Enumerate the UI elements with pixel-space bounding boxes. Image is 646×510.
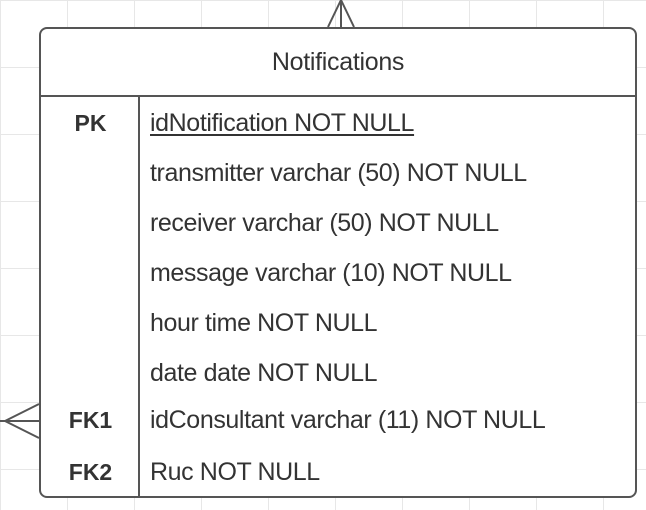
top-crow-foot-connector[interactable] — [327, 0, 355, 28]
attribute-row[interactable]: FK1 idConsultant varchar (11) NOT NULL — [41, 400, 635, 440]
entity-title: Notifications — [41, 29, 635, 97]
attribute-row[interactable]: message varchar (10) NOT NULL — [41, 253, 635, 293]
entity-body: PK idNotification NOT NULL transmitter v… — [41, 97, 635, 496]
attribute-row[interactable]: receiver varchar (50) NOT NULL — [41, 203, 635, 243]
primary-key-label: PK — [74, 109, 107, 136]
attribute-row[interactable]: PK idNotification NOT NULL — [41, 103, 635, 143]
attribute-hour: hour time NOT NULL — [150, 308, 378, 337]
foreign-key-2-label: FK2 — [68, 458, 113, 485]
attribute-row[interactable]: FK2 Ruc NOT NULL — [41, 452, 635, 492]
left-crow-foot-connector[interactable] — [0, 403, 40, 439]
attribute-row[interactable]: transmitter varchar (50) NOT NULL — [41, 153, 635, 193]
attribute-transmitter: transmitter varchar (50) NOT NULL — [150, 158, 527, 187]
attribute-row[interactable]: date date NOT NULL — [41, 353, 635, 393]
attribute-receiver: receiver varchar (50) NOT NULL — [150, 208, 499, 237]
attribute-idConsultant: idConsultant varchar (11) NOT NULL — [150, 405, 546, 434]
attribute-row[interactable]: hour time NOT NULL — [41, 303, 635, 343]
foreign-key-1-label: FK1 — [68, 406, 113, 433]
notifications-entity-table[interactable]: Notifications PK idNotification NOT NULL… — [39, 27, 637, 498]
attribute-date: date date NOT NULL — [150, 358, 378, 387]
attribute-idNotification: idNotification NOT NULL — [150, 108, 415, 137]
attribute-Ruc: Ruc NOT NULL — [150, 457, 320, 486]
attribute-message: message varchar (10) NOT NULL — [150, 258, 512, 287]
